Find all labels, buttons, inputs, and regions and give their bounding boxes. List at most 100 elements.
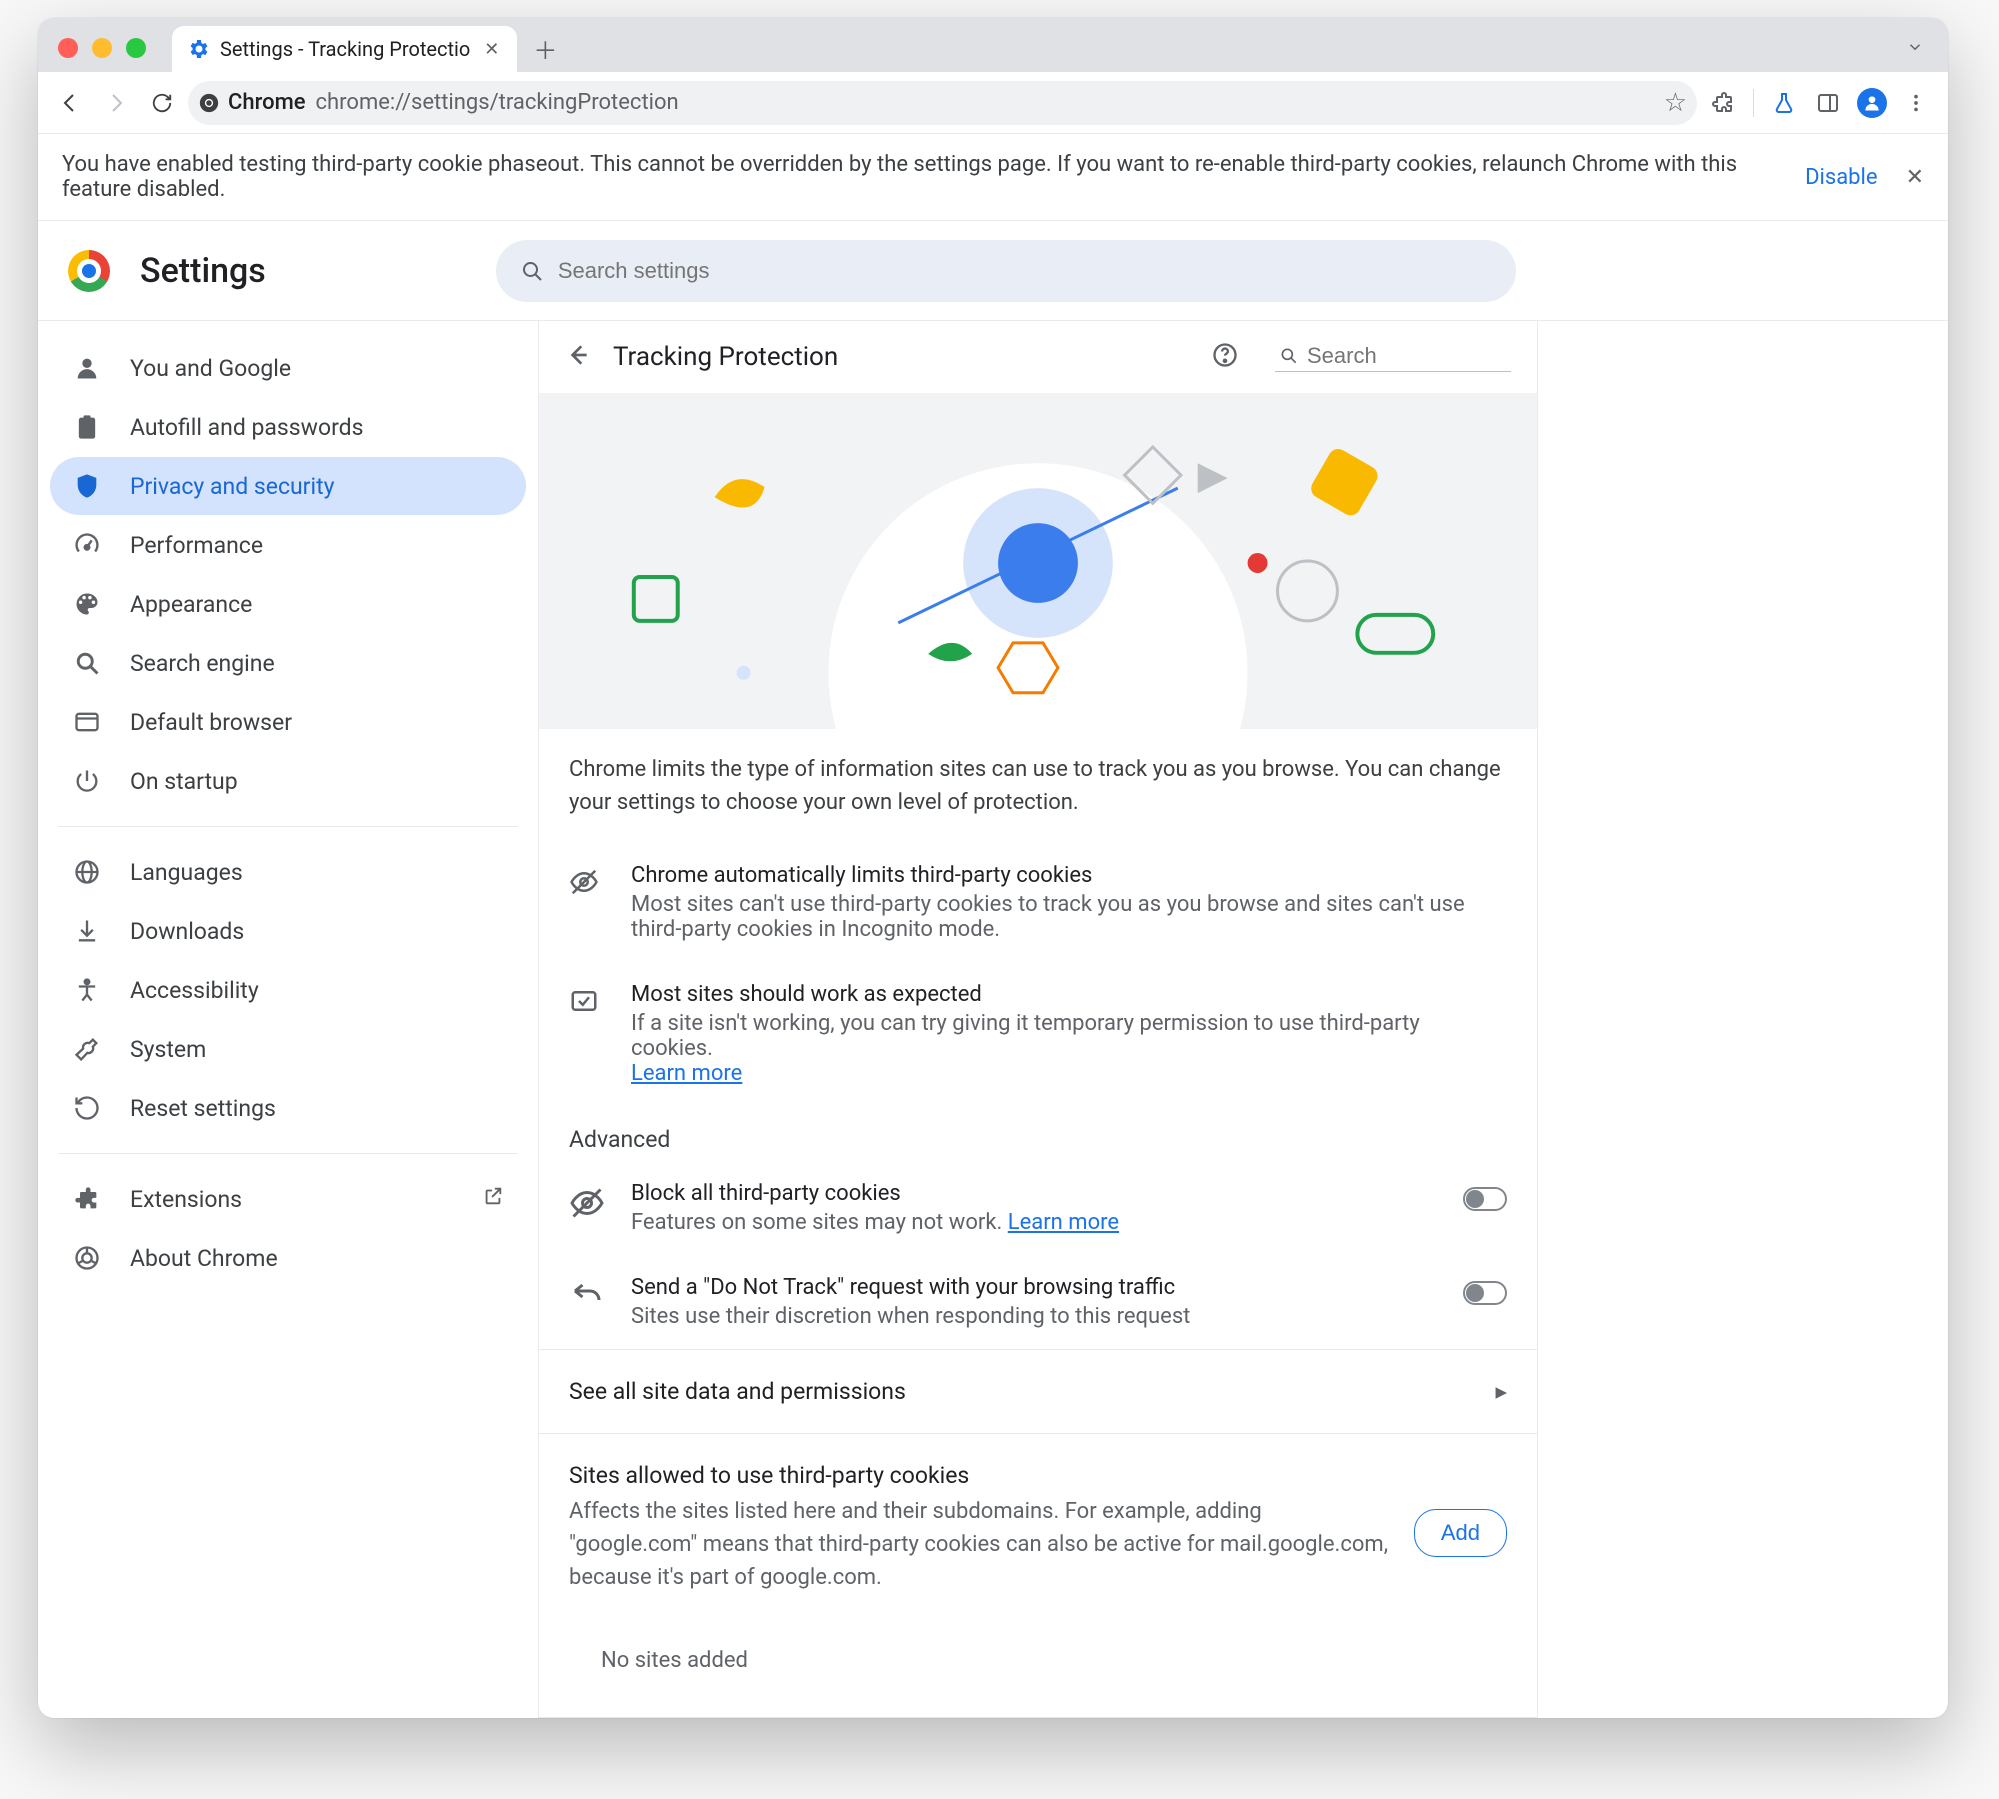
bookmark-star-icon[interactable]: ☆ bbox=[1664, 88, 1687, 118]
info-bar-text: You have enabled testing third-party coo… bbox=[62, 152, 1787, 202]
profile-button[interactable] bbox=[1852, 83, 1892, 123]
wrench-icon bbox=[72, 1034, 102, 1064]
do-not-track-row: Send a "Do Not Track" request with your … bbox=[539, 1255, 1537, 1349]
site-chip[interactable]: Chrome bbox=[198, 90, 306, 115]
sidebar-item-label: About Chrome bbox=[130, 1245, 278, 1272]
tracking-protection-panel: Tracking Protection bbox=[538, 321, 1538, 1718]
gear-icon bbox=[186, 37, 210, 61]
intro-text: Chrome limits the type of information si… bbox=[539, 729, 1537, 843]
settings-appbar: Settings bbox=[38, 221, 1948, 321]
accessibility-icon bbox=[72, 975, 102, 1005]
sidebar-item-downloads[interactable]: Downloads bbox=[50, 902, 526, 960]
panel-title: Tracking Protection bbox=[613, 342, 1189, 372]
close-window-button[interactable] bbox=[58, 38, 78, 58]
clipboard-icon bbox=[72, 412, 102, 442]
external-link-icon bbox=[482, 1185, 504, 1213]
sidebar-item-performance[interactable]: Performance bbox=[50, 516, 526, 574]
disable-link[interactable]: Disable bbox=[1805, 165, 1877, 190]
sidebar-item-default-browser[interactable]: Default browser bbox=[50, 693, 526, 751]
allowed-sites-desc: Affects the sites listed here and their … bbox=[569, 1495, 1394, 1594]
search-icon bbox=[72, 648, 102, 678]
tab-title: Settings - Tracking Protectio bbox=[220, 37, 470, 61]
sidebar-item-privacy[interactable]: Privacy and security bbox=[50, 457, 526, 515]
hero-illustration bbox=[539, 393, 1537, 729]
page-content: Settings You and Google Autofill and pas… bbox=[38, 221, 1948, 1718]
info-row-desc: If a site isn't working, you can try giv… bbox=[631, 1011, 1420, 1061]
info-bar: You have enabled testing third-party coo… bbox=[38, 134, 1948, 221]
extensions-icon[interactable] bbox=[1703, 83, 1743, 123]
tab-dropdown-button[interactable] bbox=[1898, 30, 1932, 64]
do-not-track-toggle[interactable] bbox=[1463, 1281, 1507, 1305]
sidebar: You and Google Autofill and passwords Pr… bbox=[38, 321, 538, 1718]
learn-more-link[interactable]: Learn more bbox=[1008, 1210, 1119, 1235]
info-row-cookies: Chrome automatically limits third-party … bbox=[539, 843, 1537, 962]
sidebar-item-search-engine[interactable]: Search engine bbox=[50, 634, 526, 692]
tabstrip: Settings - Tracking Protectio ✕ ＋ bbox=[38, 18, 1948, 72]
back-button[interactable] bbox=[50, 83, 90, 123]
forward-button[interactable] bbox=[96, 83, 136, 123]
settings-title: Settings bbox=[140, 251, 266, 291]
toggle-title: Send a "Do Not Track" request with your … bbox=[631, 1275, 1437, 1300]
toggle-desc: Sites use their discretion when respondi… bbox=[631, 1304, 1437, 1329]
search-icon bbox=[520, 259, 544, 283]
sidebar-item-extensions[interactable]: Extensions bbox=[50, 1170, 526, 1228]
info-row-title: Most sites should work as expected bbox=[631, 982, 1507, 1007]
info-row-expected: Most sites should work as expected If a … bbox=[539, 962, 1537, 1106]
site-chip-label: Chrome bbox=[228, 90, 306, 115]
panel-back-button[interactable] bbox=[565, 342, 591, 372]
settings-search-input[interactable] bbox=[558, 258, 1492, 284]
no-sites-text: No sites added bbox=[539, 1622, 1537, 1699]
sidebar-item-you-and-google[interactable]: You and Google bbox=[50, 339, 526, 397]
block-all-cookies-toggle[interactable] bbox=[1463, 1187, 1507, 1211]
close-infobar-button[interactable]: ✕ bbox=[1906, 165, 1924, 190]
chevron-right-icon: ▸ bbox=[1495, 1378, 1507, 1405]
speedometer-icon bbox=[72, 530, 102, 560]
browser-window-icon bbox=[72, 707, 102, 737]
labs-icon[interactable] bbox=[1764, 83, 1804, 123]
sidebar-item-appearance[interactable]: Appearance bbox=[50, 575, 526, 633]
side-panel-icon[interactable] bbox=[1808, 83, 1848, 123]
sidebar-item-label: Reset settings bbox=[130, 1095, 276, 1122]
new-tab-button[interactable]: ＋ bbox=[525, 28, 565, 68]
learn-more-link[interactable]: Learn more bbox=[631, 1061, 742, 1086]
panel-header: Tracking Protection bbox=[539, 321, 1537, 393]
redirect-icon bbox=[569, 1275, 605, 1321]
sidebar-item-on-startup[interactable]: On startup bbox=[50, 752, 526, 810]
menu-button[interactable] bbox=[1896, 83, 1936, 123]
close-tab-button[interactable]: ✕ bbox=[480, 35, 503, 64]
browser-tab[interactable]: Settings - Tracking Protectio ✕ bbox=[172, 26, 517, 72]
url-text: chrome://settings/trackingProtection bbox=[316, 90, 679, 115]
add-site-button[interactable]: Add bbox=[1414, 1509, 1507, 1557]
panel-search[interactable] bbox=[1275, 343, 1511, 372]
all-site-data-link[interactable]: See all site data and permissions ▸ bbox=[539, 1349, 1537, 1434]
sidebar-item-accessibility[interactable]: Accessibility bbox=[50, 961, 526, 1019]
eye-off-icon bbox=[569, 863, 605, 903]
address-bar[interactable]: Chrome chrome://settings/trackingProtect… bbox=[188, 81, 1697, 125]
sidebar-item-about[interactable]: About Chrome bbox=[50, 1229, 526, 1287]
sidebar-item-label: Accessibility bbox=[130, 977, 259, 1004]
browser-window: Settings - Tracking Protectio ✕ ＋ Chrome… bbox=[38, 18, 1948, 1718]
advanced-heading: Advanced bbox=[539, 1106, 1537, 1161]
link-row-label: See all site data and permissions bbox=[569, 1378, 906, 1405]
sidebar-item-label: Appearance bbox=[130, 591, 252, 618]
info-row-desc: Most sites can't use third-party cookies… bbox=[631, 892, 1507, 942]
sidebar-item-label: Privacy and security bbox=[130, 473, 334, 500]
toggle-desc: Features on some sites may not work. bbox=[631, 1210, 1002, 1235]
minimize-window-button[interactable] bbox=[92, 38, 112, 58]
sidebar-item-system[interactable]: System bbox=[50, 1020, 526, 1078]
browser-check-icon bbox=[569, 982, 605, 1022]
help-icon[interactable] bbox=[1211, 341, 1239, 373]
palette-icon bbox=[72, 589, 102, 619]
sidebar-item-autofill[interactable]: Autofill and passwords bbox=[50, 398, 526, 456]
sidebar-item-label: System bbox=[130, 1036, 206, 1063]
fullscreen-window-button[interactable] bbox=[126, 38, 146, 58]
chrome-icon bbox=[72, 1243, 102, 1273]
settings-search[interactable] bbox=[496, 240, 1516, 302]
search-icon bbox=[1279, 346, 1299, 366]
sidebar-item-languages[interactable]: Languages bbox=[50, 843, 526, 901]
allowed-sites-section: Sites allowed to use third-party cookies… bbox=[539, 1434, 1537, 1622]
sidebar-item-reset[interactable]: Reset settings bbox=[50, 1079, 526, 1137]
sidebar-item-label: On startup bbox=[130, 768, 238, 795]
panel-search-input[interactable] bbox=[1307, 343, 1507, 369]
reload-button[interactable] bbox=[142, 83, 182, 123]
